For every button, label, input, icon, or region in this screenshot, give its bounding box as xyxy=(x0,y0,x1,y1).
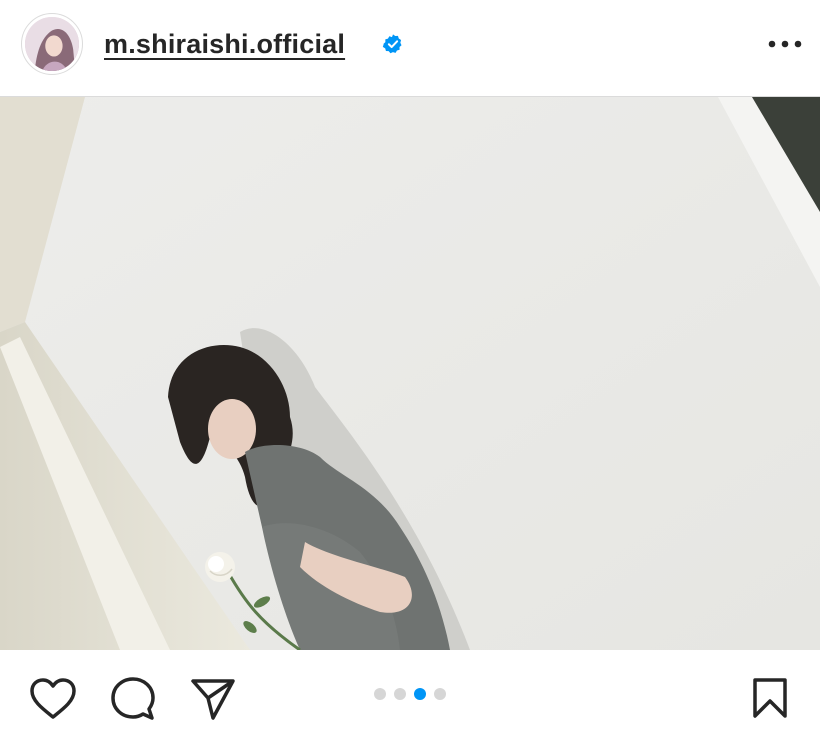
verified-badge-icon xyxy=(382,34,402,54)
username-link[interactable]: m.shiraishi.official xyxy=(104,29,345,60)
white-rose xyxy=(205,552,235,582)
carousel-dot-1 xyxy=(374,688,386,700)
more-horizontal-icon[interactable] xyxy=(765,30,805,58)
carousel-dot-2 xyxy=(394,688,406,700)
carousel-dot-3-active xyxy=(414,688,426,700)
comment-icon[interactable] xyxy=(110,676,156,722)
send-icon[interactable] xyxy=(189,677,237,721)
post-image xyxy=(0,97,820,650)
heart-icon[interactable] xyxy=(29,677,77,721)
post-header: m.shiraishi.official xyxy=(0,0,820,97)
post-photo[interactable] xyxy=(0,97,820,650)
bookmark-icon[interactable] xyxy=(750,676,790,720)
avatar-photo xyxy=(25,17,79,71)
avatar[interactable] xyxy=(21,13,83,75)
carousel-dot-4 xyxy=(434,688,446,700)
carousel-indicator xyxy=(374,688,446,700)
